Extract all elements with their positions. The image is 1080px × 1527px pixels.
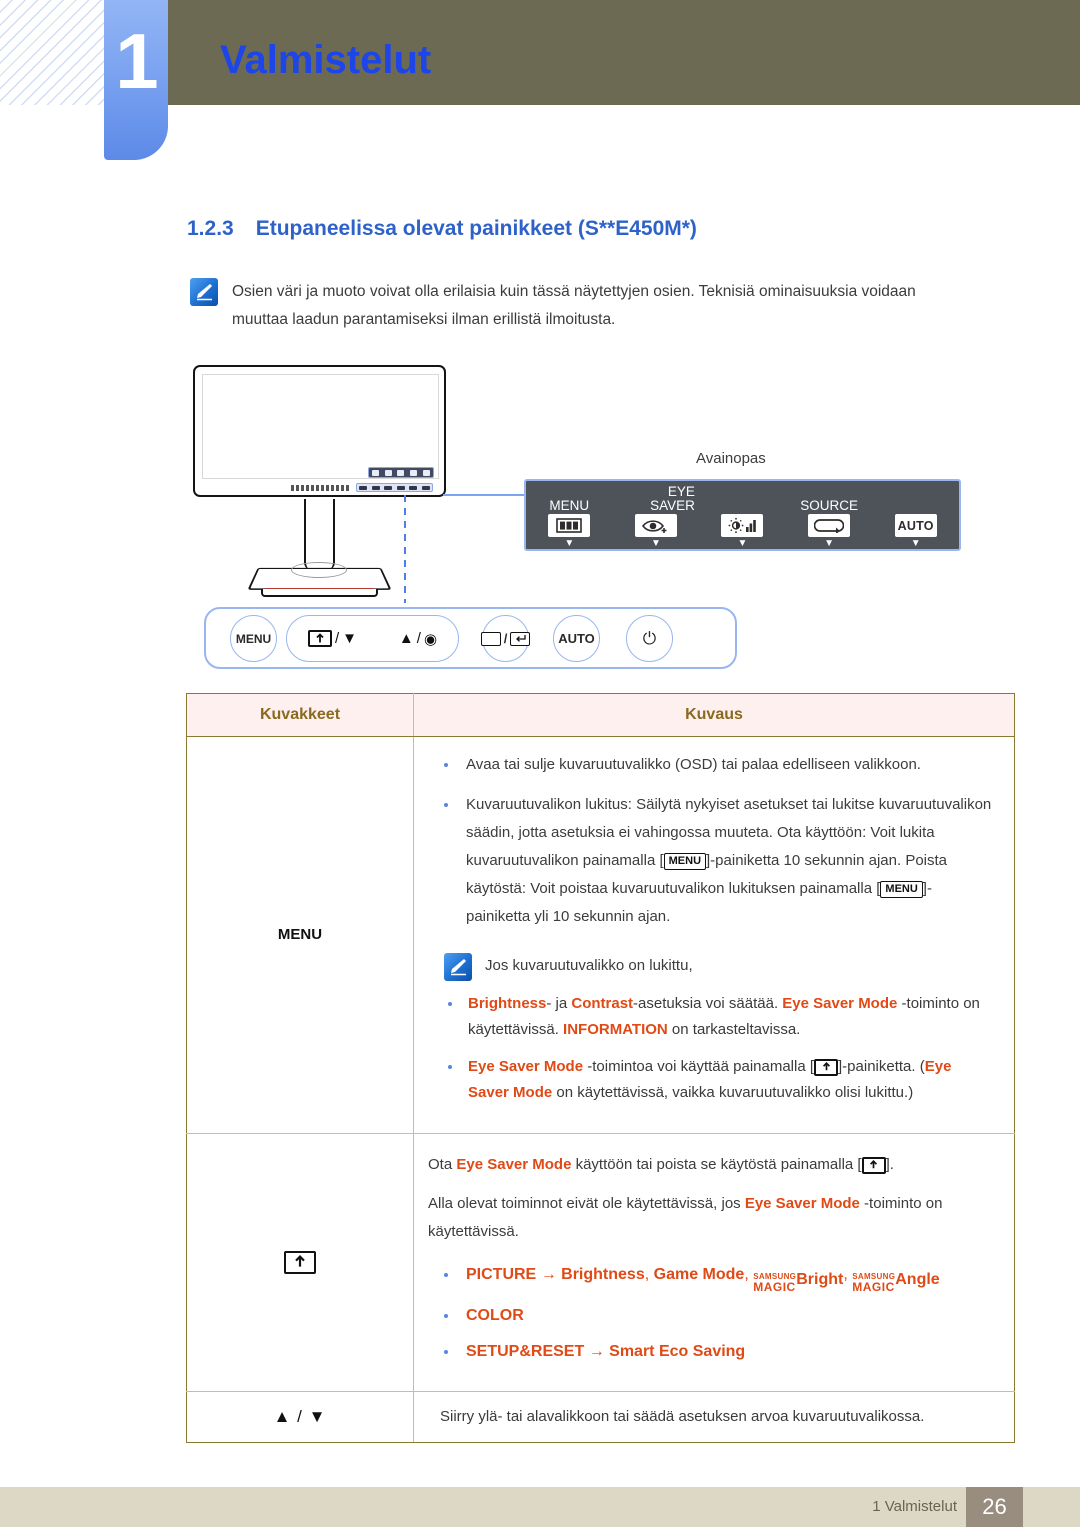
auto-icon-label: AUTO (897, 518, 934, 533)
key-guide-item-source: SOURCE ▼ (790, 483, 868, 549)
separator-slash: / (334, 630, 340, 647)
chapter-number: 1 (115, 17, 158, 105)
arrow-up-icon: ▲ (398, 630, 414, 647)
row-icon-eyesaver (186, 1133, 414, 1392)
auto-button-label: AUTO (558, 631, 595, 646)
key-guide-item-menu: MENU ▼ (530, 483, 608, 549)
disabled-functions-list: PICTURE → Brightness, Game Mode, SAMSUNG… (428, 1262, 996, 1365)
page-number: 26 (966, 1487, 1023, 1527)
key-guide-caption-source: SOURCE (800, 498, 858, 513)
menu-button-label: MENU (235, 631, 272, 646)
list-item: Avaa tai sulje kuvaruutuvalikko (OSD) ta… (428, 751, 996, 779)
chevron-down-icon: ▼ (650, 538, 661, 549)
table-row: ▲ / ▼ Siirry ylä- tai alavalikkoon tai s… (186, 1391, 1015, 1443)
power-button[interactable]: ⏻ (626, 615, 673, 662)
arrow-down-icon: ▼ (342, 630, 357, 647)
key-guide-label: Avainopas (696, 450, 766, 467)
source-loop-icon (808, 514, 851, 537)
top-note: Osien väri ja muoto voivat olla erilaisi… (190, 278, 970, 334)
separator-slash: / (416, 630, 421, 647)
monitor-front-buttons (356, 483, 433, 492)
auto-icon: AUTO (894, 514, 937, 537)
eyesaver-updown-button-group[interactable]: / ▼ ▲ / ◉ (286, 615, 459, 662)
chevron-down-icon: ▼ (737, 538, 748, 549)
key-guide-caption-menu: MENU (549, 498, 590, 513)
table-header-row: Kuvakkeet Kuvaus (186, 693, 1015, 737)
monitor-stand-base (247, 561, 392, 601)
key-guide-panel: MENU ▼ EYE SAVER ▼ ▼ SOURCE ▼ AUTO ▼ (524, 479, 961, 551)
front-button-bar: MENU / ▼ ▲ / ◉ / AUTO ⏻ (204, 607, 737, 669)
enter-dot-icon: ◉ (423, 630, 438, 648)
note-pen-icon (190, 278, 218, 306)
eye-saver-up-icon (284, 1250, 316, 1274)
eye-plus-icon (634, 514, 677, 537)
power-icon: ⏻ (642, 628, 657, 648)
top-note-text: Osien väri ja muoto voivat olla erilaisi… (232, 283, 916, 328)
chevron-down-icon: ▼ (564, 538, 575, 549)
table-header-description: Kuvaus (413, 693, 1015, 737)
footer-chapter-label: 1 Valmistelut (872, 1498, 957, 1515)
brightness-contrast-icon (721, 514, 764, 537)
list-item: PICTURE → Brightness, Game Mode, SAMSUNG… (428, 1262, 996, 1293)
updown-description: Siirry ylä- tai alavalikkoon tai säädä a… (440, 1408, 925, 1425)
key-guide-caption-eye: EYE (667, 484, 695, 499)
source-icon (480, 631, 501, 646)
eye-saver-up-icon (861, 1156, 886, 1174)
menu-button[interactable]: MENU (230, 615, 277, 662)
key-guide-caption-saver: SAVER (650, 498, 695, 513)
row-desc-updown: Siirry ylä- tai alavalikkoon tai säädä a… (413, 1391, 1015, 1443)
auto-button[interactable]: AUTO (553, 615, 600, 662)
source-enter-glyph: / (480, 631, 531, 646)
menu-key-icon: MENU (663, 852, 707, 870)
note-pen-icon (444, 953, 472, 981)
key-guide-item-eyesaver: EYE SAVER ▼ (617, 483, 695, 549)
list-item: COLOR (428, 1303, 996, 1329)
eye-saver-up-icon (814, 1058, 839, 1076)
up-enter-glyph: ▲ / ◉ (399, 630, 437, 648)
inner-note-lead: Jos kuvaruutuvalikko on lukittu, (485, 957, 693, 974)
table-header-icons: Kuvakkeet (186, 693, 414, 737)
eye-saver-up-icon (307, 630, 332, 647)
monitor-brand-logo (291, 485, 351, 491)
menu-row-label: MENU (277, 926, 323, 943)
section-heading: 1.2.3 Etupaneelissa olevat painikkeet (S*… (187, 217, 697, 241)
up-down-arrows-icon: ▲ / ▼ (273, 1407, 327, 1426)
chapter-title: Valmistelut (220, 38, 432, 82)
chevron-down-icon: ▼ (910, 538, 921, 549)
list-item: Eye Saver Mode -toimintoa voi käyttää pa… (428, 1054, 996, 1106)
eyesaver-down-glyph: / ▼ (307, 630, 357, 647)
eyesaver-para-2: Alla olevat toiminnot eivät ole käytettä… (428, 1195, 943, 1240)
row-icon-updown: ▲ / ▼ (186, 1391, 414, 1443)
monitor-bezel (193, 365, 446, 497)
callout-connector-line (443, 494, 525, 496)
section-number: 1.2.3 (187, 217, 234, 240)
table-row: MENU Avaa tai sulje kuvaruutuvalikko (OS… (186, 736, 1015, 1134)
key-guide-item-auto: AUTO ▼ (877, 483, 955, 549)
row-icon-menu: MENU (186, 736, 414, 1134)
chevron-down-icon: ▼ (824, 538, 835, 549)
menu-bullet-list: Avaa tai sulje kuvaruutuvalikko (OSD) ta… (428, 751, 996, 931)
enter-icon (510, 631, 531, 646)
row-desc-eyesaver: Ota Eye Saver Mode käyttöön tai poista s… (413, 1133, 1015, 1392)
key-guide-item-brightness: ▼ (703, 483, 781, 549)
monitor-button-labels (368, 467, 434, 478)
separator-slash: / (503, 631, 508, 646)
section-title-text: Etupaneelissa olevat painikkeet (S**E450… (255, 217, 697, 240)
list-item: Brightness- ja Contrast-asetuksia voi sä… (428, 991, 996, 1043)
inner-note-list: Brightness- ja Contrast-asetuksia voi sä… (428, 991, 996, 1106)
source-enter-button[interactable]: / (480, 615, 531, 662)
inner-note: Jos kuvaruutuvalikko on lukittu, Brightn… (428, 953, 996, 1106)
table-row: Ota Eye Saver Mode käyttöön tai poista s… (186, 1133, 1015, 1392)
row-desc-menu: Avaa tai sulje kuvaruutuvalikko (OSD) ta… (413, 736, 1015, 1134)
monitor-screen (202, 374, 439, 479)
list-item: SETUP&RESET → Smart Eco Saving (428, 1339, 996, 1365)
menu-key-icon: MENU (880, 880, 923, 898)
buttons-description-table: Kuvakkeet Kuvaus MENU Avaa tai sulje kuv… (186, 693, 1015, 1443)
header-hatch-decoration (0, 0, 112, 105)
list-item: Kuvaruutuvalikon lukitus: Säilytä nykyis… (428, 791, 996, 931)
menu-bars-icon (548, 514, 591, 537)
callout-dashed-line (404, 495, 406, 603)
eyesaver-para-1: Ota Eye Saver Mode käyttöön tai poista s… (428, 1156, 894, 1174)
